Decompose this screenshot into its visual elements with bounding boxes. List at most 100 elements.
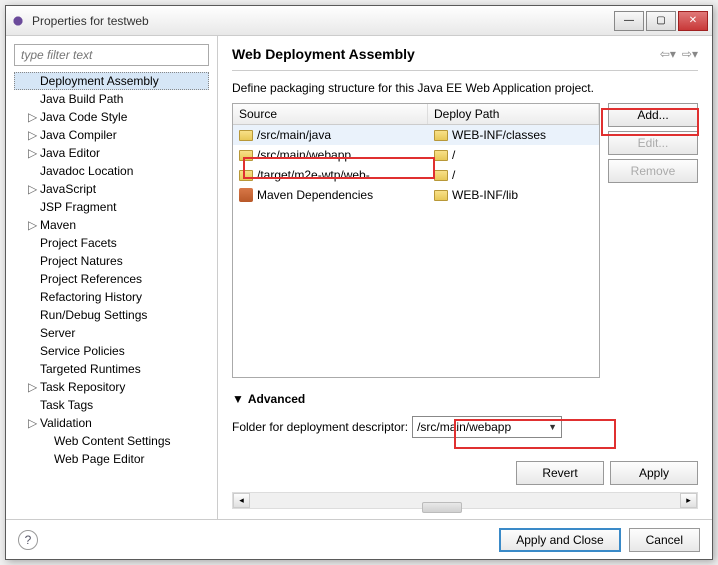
- deploy-cell: /: [452, 148, 455, 162]
- tree-item-label: JavaScript: [40, 182, 96, 196]
- tree-item[interactable]: Web Page Editor: [14, 450, 209, 468]
- advanced-toggle[interactable]: ▼ Advanced: [232, 392, 698, 406]
- deploy-cell: WEB-INF/classes: [452, 128, 546, 142]
- tree-item[interactable]: ▷JavaScript: [14, 180, 209, 198]
- tree-item[interactable]: Web Content Settings: [14, 432, 209, 450]
- folder-icon: [239, 170, 253, 181]
- cancel-button[interactable]: Cancel: [629, 528, 700, 552]
- tree-item[interactable]: ▷Java Editor: [14, 144, 209, 162]
- deploy-cell: /: [452, 168, 455, 182]
- maximize-button[interactable]: ▢: [646, 11, 676, 31]
- apply-close-button[interactable]: Apply and Close: [499, 528, 620, 552]
- remove-button[interactable]: Remove: [608, 159, 698, 183]
- tree-arrow-icon: ▷: [28, 218, 38, 232]
- tree-item[interactable]: Project Facets: [14, 234, 209, 252]
- col-source[interactable]: Source: [233, 104, 428, 124]
- tree-item-label: Project Facets: [40, 236, 117, 250]
- tree-item-label: Java Editor: [40, 146, 100, 160]
- edit-button[interactable]: Edit...: [608, 131, 698, 155]
- tree-item-label: Server: [40, 326, 75, 340]
- tree-item-label: Service Policies: [40, 344, 125, 358]
- tree-item[interactable]: Server: [14, 324, 209, 342]
- properties-dialog: Properties for testweb — ▢ ✕ Deployment …: [5, 5, 713, 560]
- tree-item-label: Java Code Style: [40, 110, 127, 124]
- revert-button[interactable]: Revert: [516, 461, 604, 485]
- chevron-down-icon: ▼: [548, 422, 557, 432]
- deploy-cell: WEB-INF/lib: [452, 188, 518, 202]
- tree-arrow-icon: ▷: [28, 416, 38, 430]
- tree-item[interactable]: ▷Validation: [14, 414, 209, 432]
- tree-item-label: Java Build Path: [40, 92, 123, 106]
- table-row[interactable]: /src/main/java WEB-INF/classes: [233, 125, 599, 145]
- tree-item-label: Run/Debug Settings: [40, 308, 147, 322]
- tree-item[interactable]: Java Build Path: [14, 90, 209, 108]
- description-text: Define packaging structure for this Java…: [232, 81, 698, 95]
- tree-arrow-icon: ▷: [28, 182, 38, 196]
- tree-item[interactable]: ▷Java Code Style: [14, 108, 209, 126]
- folder-icon: [434, 150, 448, 161]
- table-row[interactable]: /src/main/webapp /: [233, 145, 599, 165]
- page-title: Web Deployment Assembly: [232, 46, 660, 62]
- scroll-thumb[interactable]: [422, 502, 462, 513]
- dropdown-value: /src/main/webapp: [417, 420, 511, 434]
- details-panel: Web Deployment Assembly ⇦▾ ⇨▾ Define pac…: [218, 36, 712, 519]
- apply-button[interactable]: Apply: [610, 461, 698, 485]
- scroll-right-icon[interactable]: ▸: [680, 493, 697, 508]
- help-icon[interactable]: ?: [18, 530, 38, 550]
- descriptor-folder-label: Folder for deployment descriptor:: [232, 420, 408, 434]
- folder-icon: [434, 170, 448, 181]
- tree-item-label: Maven: [40, 218, 76, 232]
- tree-item[interactable]: Run/Debug Settings: [14, 306, 209, 324]
- forward-icon[interactable]: ⇨▾: [682, 47, 698, 61]
- filter-input[interactable]: [14, 44, 209, 66]
- tree-item-label: Task Tags: [40, 398, 93, 412]
- tree-item[interactable]: JSP Fragment: [14, 198, 209, 216]
- scroll-left-icon[interactable]: ◂: [233, 493, 250, 508]
- source-cell: Maven Dependencies: [257, 188, 373, 202]
- tree-arrow-icon: ▷: [28, 146, 38, 160]
- tree-item[interactable]: ▷Task Repository: [14, 378, 209, 396]
- folder-icon: [434, 130, 448, 141]
- assembly-table[interactable]: Source Deploy Path /src/main/java WEB-INF…: [232, 103, 600, 378]
- tree-item[interactable]: ▷Java Compiler: [14, 126, 209, 144]
- tree-item[interactable]: Task Tags: [14, 396, 209, 414]
- source-cell: /src/main/java: [257, 128, 331, 142]
- window-title: Properties for testweb: [32, 14, 614, 28]
- table-row[interactable]: Maven Dependencies WEB-INF/lib: [233, 185, 599, 205]
- eclipse-icon: [10, 13, 26, 29]
- source-cell: /target/m2e-wtp/web-: [257, 168, 370, 182]
- titlebar[interactable]: Properties for testweb — ▢ ✕: [6, 6, 712, 36]
- folder-icon: [434, 190, 448, 201]
- tree-item[interactable]: Deployment Assembly: [14, 72, 209, 90]
- folder-icon: [239, 130, 253, 141]
- horizontal-scrollbar[interactable]: ◂ ▸: [232, 492, 698, 509]
- tree-item-label: Project References: [40, 272, 142, 286]
- jar-icon: [239, 188, 253, 202]
- tree-item[interactable]: Service Policies: [14, 342, 209, 360]
- tree-item-label: Web Content Settings: [54, 434, 171, 448]
- tree-item[interactable]: Project References: [14, 270, 209, 288]
- advanced-label: Advanced: [248, 392, 305, 406]
- folder-icon: [239, 150, 253, 161]
- add-button[interactable]: Add...: [608, 103, 698, 127]
- minimize-button[interactable]: —: [614, 11, 644, 31]
- tree-item[interactable]: Targeted Runtimes: [14, 360, 209, 378]
- tree-item-label: JSP Fragment: [40, 200, 116, 214]
- tree-item-label: Java Compiler: [40, 128, 117, 142]
- close-button[interactable]: ✕: [678, 11, 708, 31]
- descriptor-folder-dropdown[interactable]: /src/main/webapp ▼: [412, 416, 562, 438]
- table-row[interactable]: /target/m2e-wtp/web- /: [233, 165, 599, 185]
- dialog-buttons: ? Apply and Close Cancel: [6, 519, 712, 559]
- tree-item[interactable]: Javadoc Location: [14, 162, 209, 180]
- category-tree[interactable]: Deployment AssemblyJava Build Path▷Java …: [14, 72, 209, 517]
- col-deploy[interactable]: Deploy Path: [428, 104, 599, 124]
- tree-item-label: Deployment Assembly: [40, 74, 159, 88]
- tree-item-label: Refactoring History: [40, 290, 142, 304]
- tree-item-label: Validation: [40, 416, 92, 430]
- tree-item[interactable]: Project Natures: [14, 252, 209, 270]
- back-icon[interactable]: ⇦▾: [660, 47, 676, 61]
- tree-item[interactable]: Refactoring History: [14, 288, 209, 306]
- tree-item[interactable]: ▷Maven: [14, 216, 209, 234]
- source-cell: /src/main/webapp: [257, 148, 351, 162]
- tree-arrow-icon: ▷: [28, 110, 38, 124]
